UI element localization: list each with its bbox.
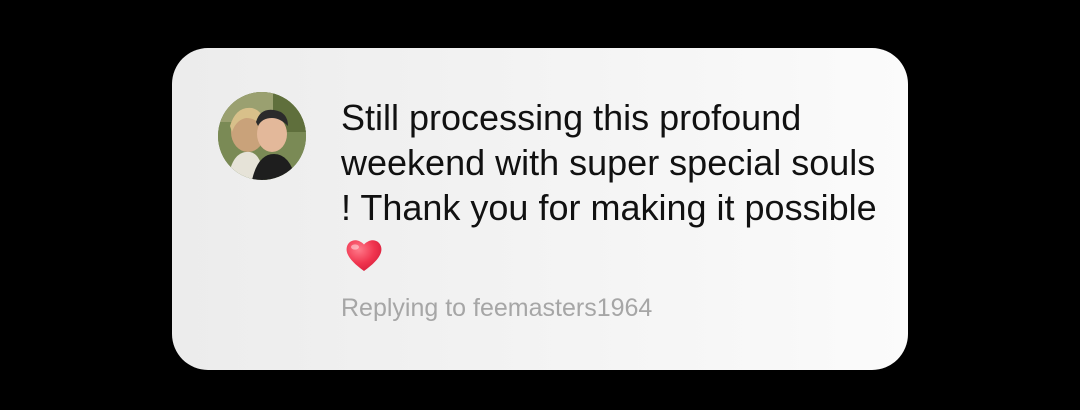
avatar-photo: [218, 92, 306, 180]
red-heart-icon: [345, 237, 383, 282]
avatar[interactable]: [218, 92, 306, 180]
replying-to-label: Replying to feemasters1964: [341, 292, 652, 324]
comment-text: Still processing this profound weekend w…: [341, 95, 881, 282]
comment-card: Still processing this profound weekend w…: [172, 48, 908, 370]
reply-username-link[interactable]: feemasters1964: [473, 294, 652, 322]
comment-body: Still processing this profound weekend w…: [341, 97, 877, 228]
reply-prefix: Replying to: [341, 294, 467, 322]
